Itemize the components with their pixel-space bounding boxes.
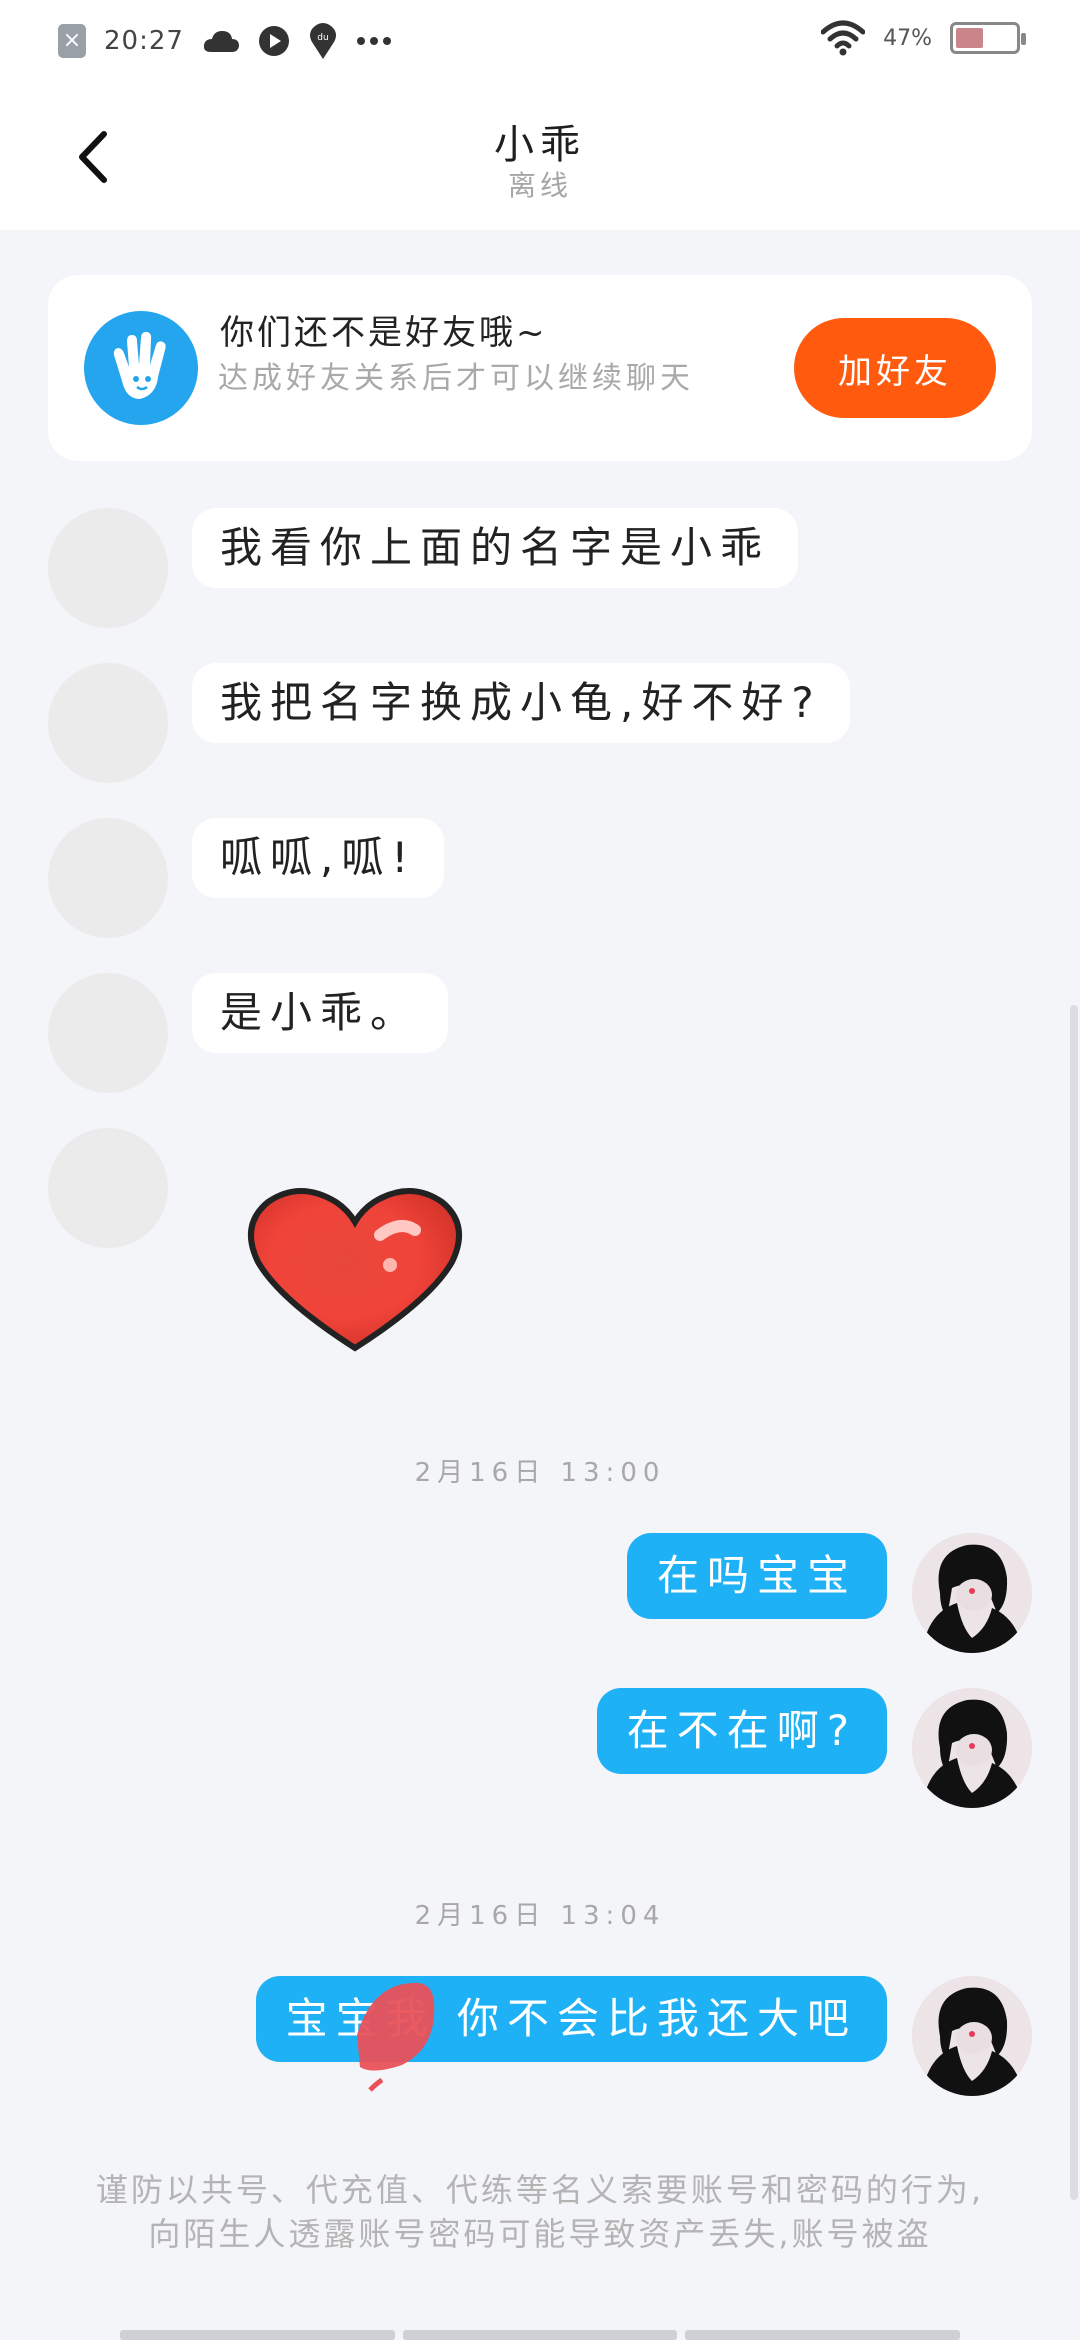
friend-request-card: 你们还不是好友哦~ 达成好友关系后才可以继续聊天 加好友 — [48, 275, 1032, 461]
outgoing-message[interactable]: 在吗宝宝 — [626, 1533, 887, 1619]
notice-title: 你们还不是好友哦~ — [220, 313, 548, 353]
hand-wave-icon — [84, 311, 198, 425]
contact-status: 离线 — [507, 169, 572, 202]
user-avatar[interactable] — [912, 1688, 1032, 1808]
contact-avatar[interactable] — [48, 818, 168, 938]
battery-percent: 47% — [883, 25, 932, 51]
user-avatar[interactable] — [912, 1533, 1032, 1653]
svg-text:du: du — [317, 33, 328, 43]
chat-header: 小乖 离线 — [0, 84, 1080, 230]
security-warning: 谨防以共号、代充值、代练等名义索要账号和密码的行为,向陌生人透露账号密码可能导致… — [95, 2171, 985, 2253]
message-timestamp: 2月16日 13:04 — [414, 1901, 666, 1931]
contact-avatar[interactable] — [48, 1128, 168, 1248]
status-bar: × 20:27 du 47% — [0, 0, 1080, 84]
map-pin-icon: du — [309, 23, 336, 59]
play-icon — [258, 26, 289, 56]
heart-sticker[interactable] — [240, 1180, 470, 1355]
notice-description: 达成好友关系后才可以继续聊天 — [218, 361, 694, 396]
bottom-panel-edge — [120, 2330, 961, 2340]
close-notification-icon: × — [58, 24, 86, 58]
add-friend-button[interactable]: 加好友 — [794, 318, 996, 418]
incoming-message[interactable]: 是小乖。 — [192, 973, 449, 1053]
message-timestamp: 2月16日 13:00 — [414, 1458, 666, 1488]
contact-avatar[interactable] — [48, 663, 168, 783]
user-avatar[interactable] — [912, 1976, 1032, 2096]
wifi-icon — [821, 20, 866, 56]
incoming-message[interactable]: 呱呱,呱! — [192, 818, 445, 898]
contact-avatar[interactable] — [48, 508, 168, 628]
incoming-message[interactable]: 我把名字换成小龟,好不好? — [192, 663, 850, 743]
outgoing-message[interactable]: 宝宝我 你不会比我还大吧 — [255, 1976, 887, 2062]
more-dots-icon — [356, 37, 391, 45]
incoming-message[interactable]: 我看你上面的名字是小乖 — [192, 508, 799, 588]
contact-name: 小乖 — [494, 122, 586, 168]
status-right: 47% — [821, 20, 1026, 56]
scrollbar[interactable] — [1070, 1005, 1078, 2200]
redaction-scribble — [357, 1982, 435, 2092]
clock: 20:27 — [104, 26, 184, 56]
battery-icon — [950, 22, 1026, 54]
outgoing-message[interactable]: 在不在啊? — [596, 1688, 887, 1774]
cloud-icon — [203, 31, 239, 52]
contact-avatar[interactable] — [48, 973, 168, 1093]
battery-level — [956, 28, 984, 48]
status-left: × 20:27 du — [58, 22, 392, 60]
